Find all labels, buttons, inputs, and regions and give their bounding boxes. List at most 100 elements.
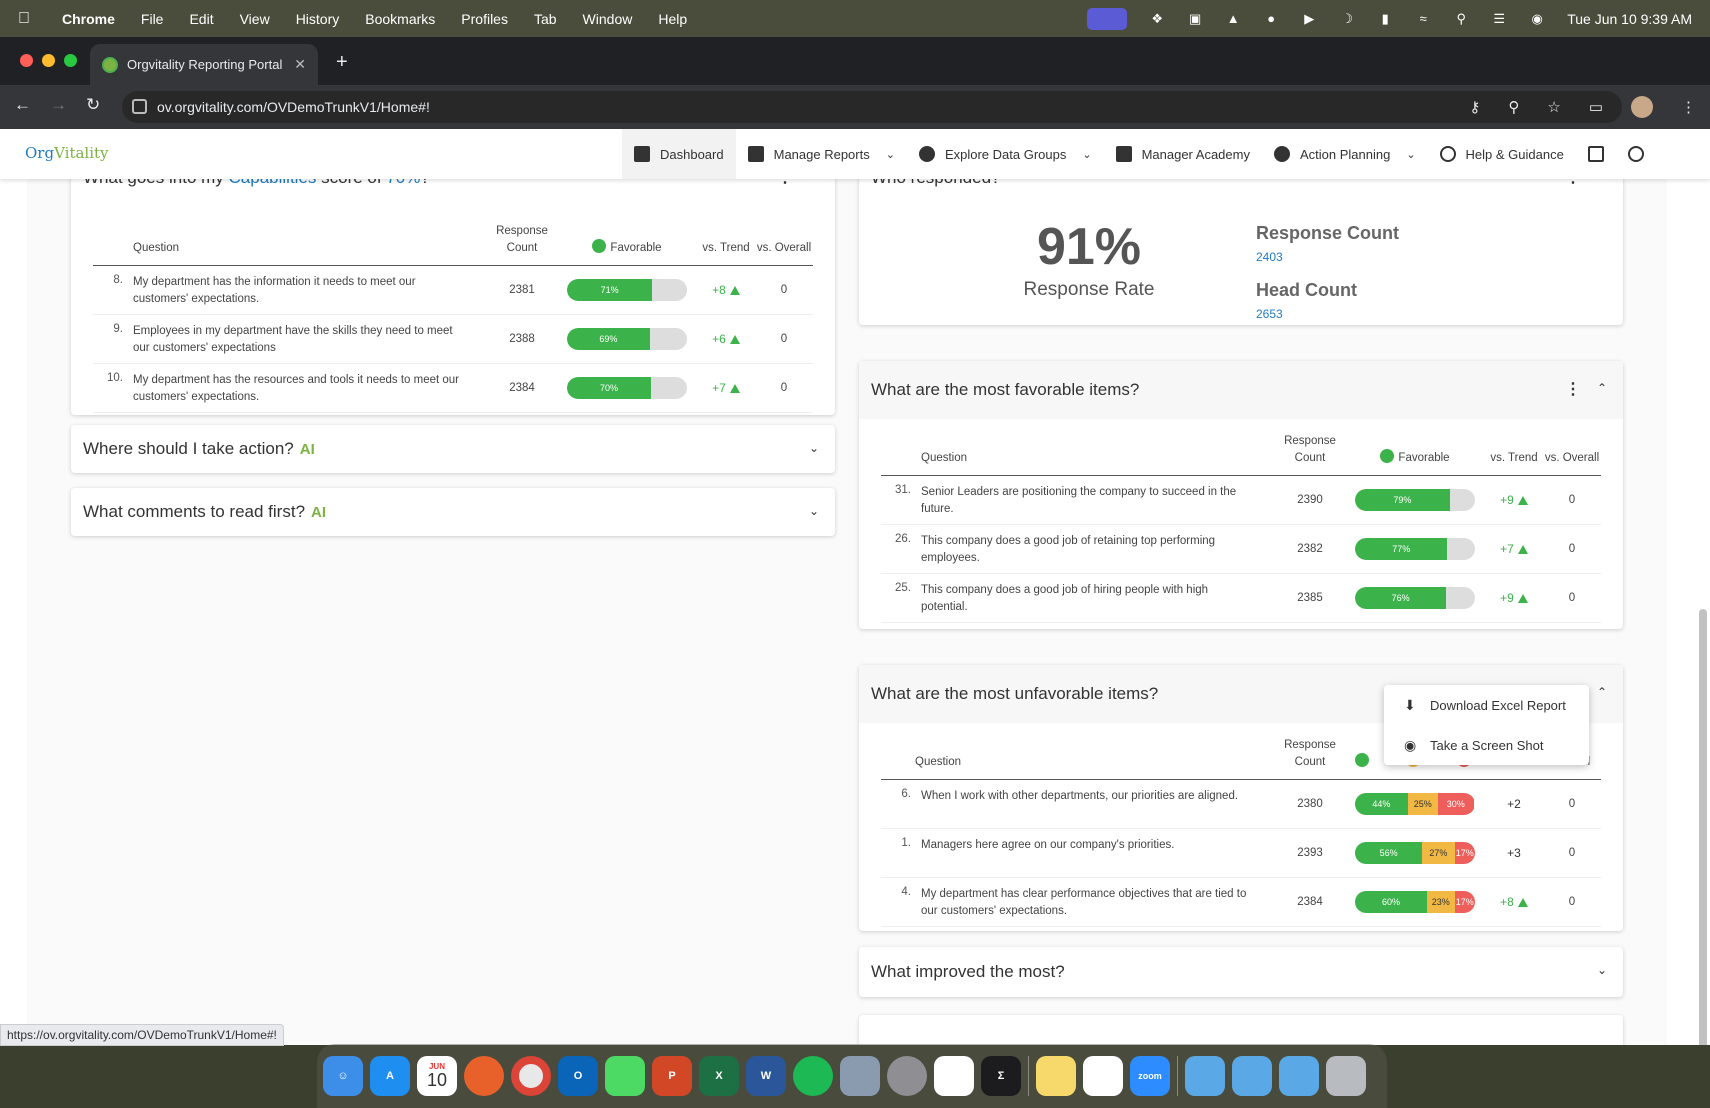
moon-icon[interactable]: ☽ [1339, 11, 1355, 26]
table-row[interactable]: 25. This company does a good job of hirin… [881, 573, 1601, 623]
spotify-icon[interactable] [793, 1056, 833, 1096]
wifi-icon[interactable]: ≈ [1415, 11, 1431, 26]
nav-dashboard[interactable]: Dashboard [622, 129, 736, 179]
where-action-header[interactable]: Where should I take action? AI ⌄ [71, 425, 835, 473]
site-info-icon[interactable] [132, 99, 147, 114]
powerpoint-icon[interactable]: P [652, 1056, 692, 1096]
menu-edit[interactable]: Edit [189, 11, 213, 27]
control-center-icon[interactable]: ☰ [1491, 11, 1507, 26]
firefox-icon[interactable] [464, 1056, 504, 1096]
table-row[interactable]: 26. This company does a good job of retai… [881, 524, 1601, 574]
play-icon[interactable]: ▶ [1301, 11, 1317, 26]
download-excel-report-item[interactable]: ⬇ Download Excel Report [1384, 685, 1589, 725]
table-row[interactable]: 1. Managers here agree on our company's p… [881, 828, 1601, 878]
word-icon[interactable]: W [746, 1056, 786, 1096]
menu-tab[interactable]: Tab [534, 11, 557, 27]
table-row[interactable]: 8. My department has the information it n… [93, 265, 813, 315]
head-count-value[interactable]: 2653 [1256, 307, 1399, 321]
calendar-icon[interactable]: JUN 10 [417, 1056, 457, 1096]
finder-icon[interactable]: ☺ [323, 1056, 363, 1096]
chevron-up-icon[interactable]: ⌃ [1597, 685, 1607, 699]
trend-up-icon [1517, 898, 1528, 907]
nav-manage-reports[interactable]: Manage Reports ⌄ [736, 129, 907, 179]
menu-help[interactable]: Help [658, 11, 687, 27]
folder-icon[interactable] [1279, 1056, 1319, 1096]
siri-icon[interactable]: ◉ [1529, 11, 1545, 26]
table-row[interactable]: 10. My department has the resources and t… [93, 363, 813, 413]
browser-tab[interactable]: Orgvitality Reporting Portal ✕ [90, 44, 318, 85]
menu-app-name[interactable]: Chrome [62, 11, 115, 27]
outlook-icon[interactable]: O [558, 1056, 598, 1096]
page-scrollbar[interactable] [1699, 609, 1707, 1045]
notes-icon[interactable] [1036, 1056, 1076, 1096]
orgvitality-logo[interactable]: OrgVitality [25, 144, 109, 162]
search-icon[interactable]: ⚲ [1453, 11, 1469, 26]
table-row[interactable]: 9. Employees in my department have the sk… [93, 314, 813, 364]
back-icon[interactable]: ← [14, 95, 31, 115]
table-row[interactable]: 31. Senior Leaders are positioning the co… [881, 475, 1601, 525]
profile-avatar[interactable] [1631, 96, 1653, 118]
folder-icon[interactable] [1232, 1056, 1272, 1096]
menu-bookmarks[interactable]: Bookmarks [365, 11, 435, 27]
freeform-icon[interactable] [934, 1056, 974, 1096]
shield-icon[interactable]: ▣ [1187, 11, 1203, 26]
close-window-button[interactable] [20, 54, 33, 67]
comments-card[interactable]: What comments to read first? AI ⌄ [71, 488, 835, 536]
dropbox-icon[interactable]: ❖ [1149, 11, 1165, 26]
menu-window[interactable]: Window [583, 11, 633, 27]
messages-icon[interactable] [605, 1056, 645, 1096]
chrome-icon[interactable] [511, 1056, 551, 1096]
nav-help-guidance[interactable]: Help & Guidance [1428, 129, 1576, 179]
chevron-down-icon[interactable]: ⌄ [809, 441, 819, 455]
comments-header[interactable]: What comments to read first? AI ⌄ [71, 488, 835, 536]
menu-view[interactable]: View [240, 11, 270, 27]
slack-icon[interactable] [1083, 1056, 1123, 1096]
nav-explore-data-groups[interactable]: Explore Data Groups ⌄ [907, 129, 1104, 179]
apple-icon[interactable]:  [18, 10, 38, 28]
battery-icon[interactable]: ▮ [1377, 11, 1393, 26]
take-screenshot-item[interactable]: ◉ Take a Screen Shot [1384, 725, 1589, 765]
excel-icon[interactable]: X [699, 1056, 739, 1096]
where-action-card[interactable]: Where should I take action? AI ⌄ [71, 425, 835, 473]
bookmark-star-icon[interactable]: ☆ [1547, 98, 1560, 116]
zoom-icon[interactable]: zoom [1130, 1056, 1170, 1096]
drive-icon[interactable]: ▲ [1225, 11, 1241, 26]
chrome-menu-icon[interactable]: ⋮ [1681, 98, 1696, 116]
improved-card[interactable]: What improved the most? ⌄ [859, 947, 1623, 997]
chevron-up-icon[interactable]: ⌃ [1597, 381, 1607, 395]
menu-profiles[interactable]: Profiles [461, 11, 508, 27]
system-settings-icon[interactable] [887, 1056, 927, 1096]
chevron-down-icon[interactable]: ⌄ [1597, 963, 1607, 977]
reload-icon[interactable]: ↻ [86, 95, 100, 115]
screen-share-icon[interactable] [1087, 7, 1128, 30]
cloud-icon[interactable]: ● [1263, 11, 1279, 26]
minimize-window-button[interactable] [42, 54, 55, 67]
new-tab-icon[interactable]: + [336, 51, 348, 74]
trash-icon[interactable] [1326, 1056, 1366, 1096]
fullscreen-button[interactable] [1576, 129, 1616, 179]
preview-icon[interactable] [840, 1056, 880, 1096]
downloads-folder-icon[interactable] [1185, 1056, 1225, 1096]
kebab-menu-icon[interactable]: ⋮ [1565, 379, 1581, 399]
nav-manager-academy[interactable]: Manager Academy [1104, 129, 1262, 179]
improved-header[interactable]: What improved the most? ⌄ [859, 947, 1623, 997]
password-key-icon[interactable]: ⚷ [1469, 98, 1480, 116]
menu-history[interactable]: History [296, 11, 340, 27]
app-store-icon[interactable]: A [370, 1056, 410, 1096]
response-count-value[interactable]: 2403 [1256, 250, 1399, 264]
clock[interactable]: Tue Jun 10 9:39 AM [1567, 11, 1692, 27]
menu-file[interactable]: File [141, 11, 164, 27]
table-row[interactable]: 4. My department has clear performance ob… [881, 877, 1601, 927]
cast-icon[interactable]: ▭ [1589, 98, 1603, 116]
terminal-icon[interactable]: Σ [981, 1056, 1021, 1096]
address-bar[interactable]: ov.orgvitality.com/OVDemoTrunkV1/Home#! [122, 91, 1622, 123]
vs-trend-header: vs. Trend [1485, 433, 1543, 476]
forward-icon[interactable]: → [50, 95, 67, 115]
nav-action-planning[interactable]: Action Planning ⌄ [1262, 129, 1428, 179]
user-menu-button[interactable] [1616, 129, 1656, 179]
zoom-icon[interactable]: ⚲ [1508, 98, 1519, 116]
table-row[interactable]: 6. When I work with other departments, ou… [881, 779, 1601, 829]
zoom-window-button[interactable] [64, 54, 77, 67]
chevron-down-icon[interactable]: ⌄ [809, 504, 819, 518]
close-tab-icon[interactable]: ✕ [294, 56, 306, 73]
